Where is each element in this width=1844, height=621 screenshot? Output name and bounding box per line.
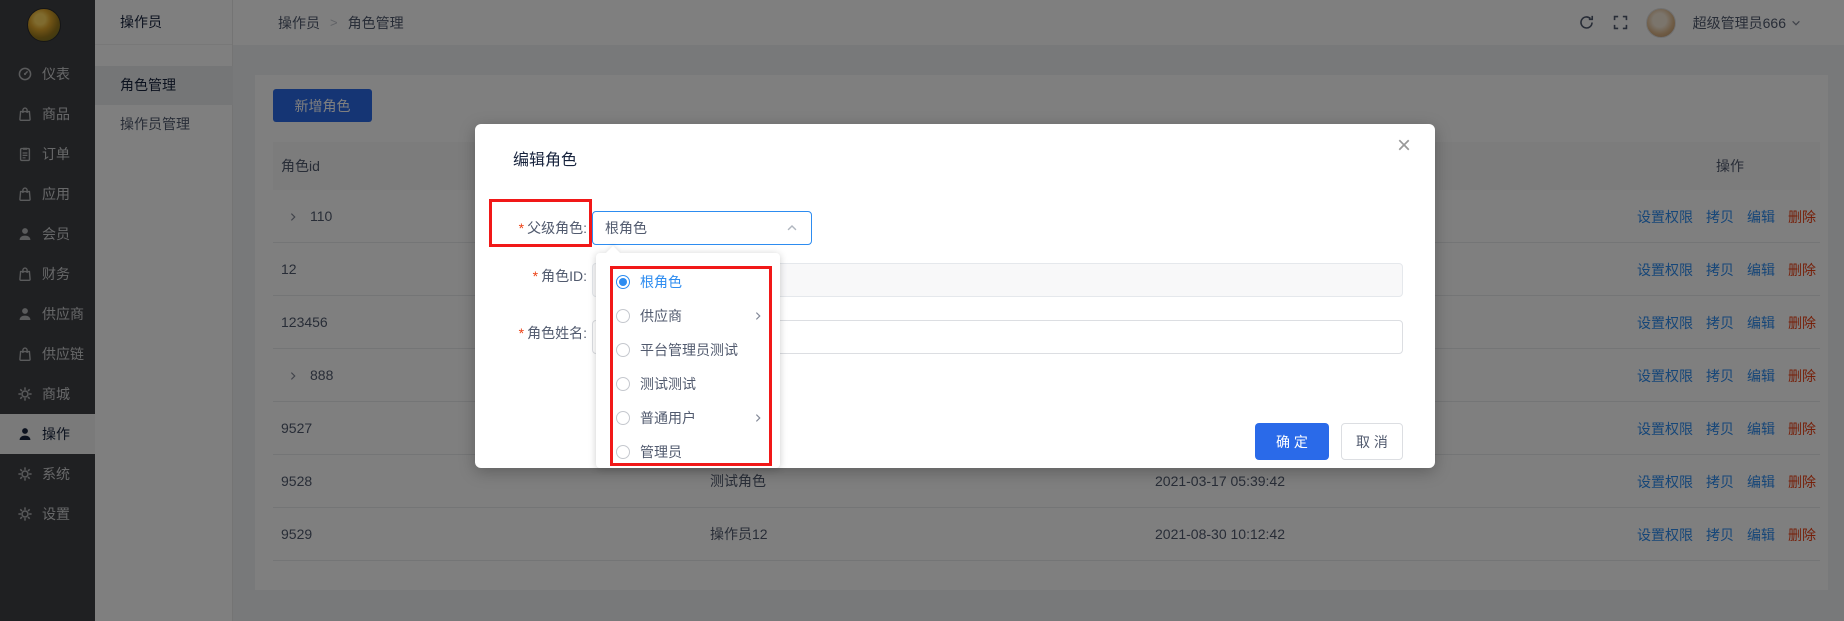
- dropdown-option-5[interactable]: 管理员: [596, 435, 780, 469]
- chevron-right-icon: [752, 412, 764, 424]
- radio-icon: [616, 343, 630, 357]
- option-label: 根角色: [640, 272, 682, 292]
- dropdown-option-2[interactable]: 平台管理员测试: [596, 333, 780, 367]
- radio-icon: [616, 309, 630, 323]
- parent-role-select[interactable]: 根角色: [592, 211, 812, 245]
- radio-icon: [616, 275, 630, 289]
- chevron-up-icon: [785, 221, 799, 235]
- option-label: 平台管理员测试: [640, 340, 738, 360]
- modal-title: 编辑角色: [513, 146, 577, 170]
- radio-icon: [616, 445, 630, 459]
- option-label: 普通用户: [640, 408, 696, 428]
- role-name-label: *角色姓名:: [495, 323, 587, 343]
- app-root: 仪表商品订单应用会员财务供应商供应链商城操作系统设置 操作员 角色管理操作员管理…: [0, 0, 1844, 621]
- radio-icon: [616, 377, 630, 391]
- option-label: 供应商: [640, 306, 682, 326]
- parent-role-dropdown: 根角色供应商平台管理员测试测试测试普通用户管理员: [596, 253, 780, 468]
- role-id-label: *角色ID:: [495, 266, 587, 286]
- dropdown-option-4[interactable]: 普通用户: [596, 401, 780, 435]
- dropdown-option-0[interactable]: 根角色: [596, 265, 780, 299]
- required-asterisk: *: [519, 220, 524, 236]
- confirm-button[interactable]: 确 定: [1255, 423, 1329, 460]
- option-label: 管理员: [640, 442, 682, 462]
- select-value: 根角色: [605, 218, 785, 238]
- dropdown-options: 根角色供应商平台管理员测试测试测试普通用户管理员: [596, 265, 780, 469]
- dropdown-option-3[interactable]: 测试测试: [596, 367, 780, 401]
- option-label: 测试测试: [640, 374, 696, 394]
- chevron-right-icon: [752, 310, 764, 322]
- parent-role-label: *父级角色:: [495, 218, 587, 238]
- dropdown-option-1[interactable]: 供应商: [596, 299, 780, 333]
- cancel-button[interactable]: 取 消: [1341, 423, 1403, 460]
- radio-icon: [616, 411, 630, 425]
- close-icon[interactable]: ×: [1397, 134, 1411, 158]
